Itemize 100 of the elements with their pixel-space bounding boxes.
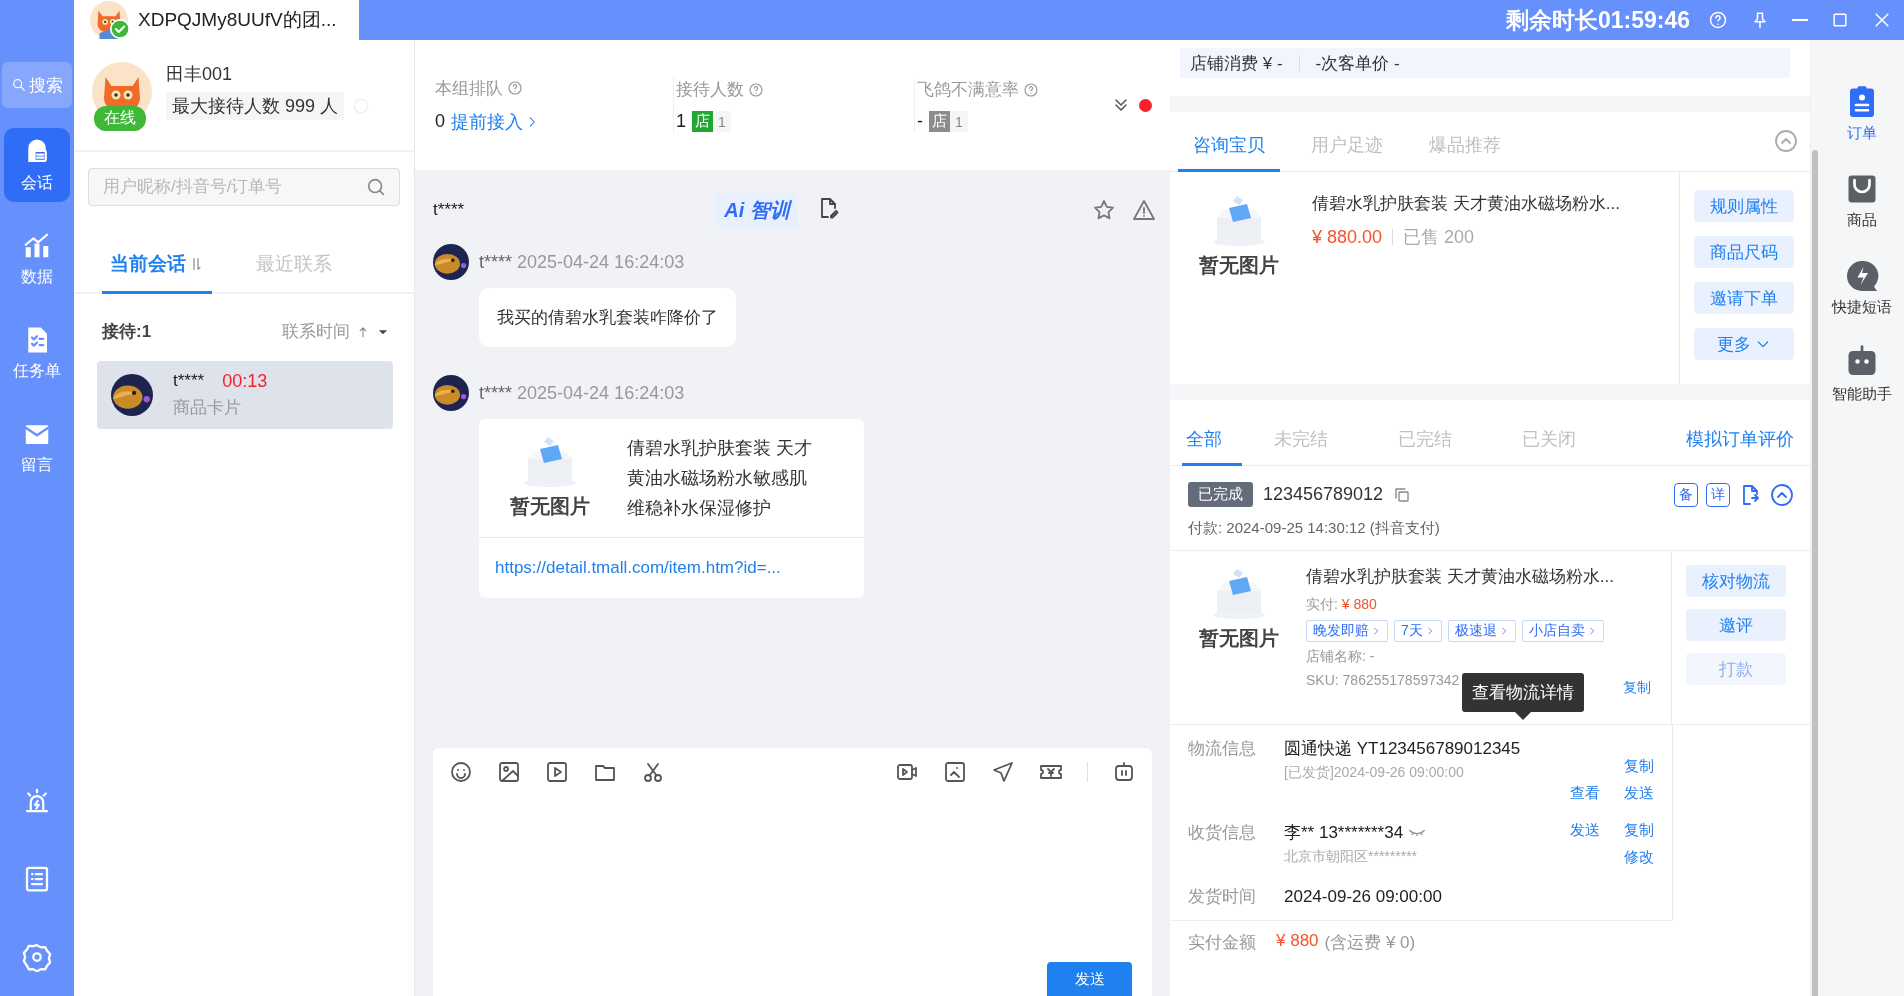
chevron-right-icon bbox=[1371, 626, 1381, 636]
order-number: 123456789012 bbox=[1263, 484, 1384, 505]
field-label: 物流信息 bbox=[1188, 738, 1257, 760]
collapse-icon bbox=[1774, 129, 1798, 153]
product-title: 倩碧水乳护肤套装 天才黄油水磁场粉水敏感肌维稳补水保湿修护 bbox=[627, 437, 813, 520]
nav-item[interactable]: 任务单 bbox=[4, 316, 70, 390]
tracking-number: 圆通快递 YT123456789012345 bbox=[1284, 738, 1522, 760]
message-meta: t**** 2025-04-24 16:24:03 bbox=[479, 251, 685, 273]
nav-item[interactable]: 会话 bbox=[4, 128, 70, 202]
sold-count: 已售 200 bbox=[1403, 226, 1475, 249]
copy-icon bbox=[1393, 485, 1412, 504]
product-card[interactable]: 暂无图片 倩碧水乳护肤套装 天才黄油水磁场粉水敏感肌维稳补水保湿修护 https://detail.tmall.com/item.htm?id=... bbox=[479, 419, 864, 598]
photo-frame-icon bbox=[943, 760, 967, 784]
settings-icon bbox=[22, 942, 52, 972]
ship-time: 2024-09-26 09:00:00 bbox=[1284, 885, 1443, 908]
reception-count: 接待:1 bbox=[102, 321, 152, 343]
conversation-tab[interactable]: 当前会话 bbox=[102, 251, 212, 294]
service-tag[interactable]: 晚发即赔 bbox=[1306, 620, 1388, 642]
wait-timer: 00:13 bbox=[222, 371, 268, 392]
search-icon bbox=[365, 176, 387, 198]
shop-stat: -次客单价 - bbox=[1315, 52, 1400, 75]
eye-closed-icon[interactable] bbox=[1409, 828, 1426, 837]
action-link[interactable]: 查看 bbox=[1570, 784, 1600, 803]
scrollbar[interactable] bbox=[1812, 150, 1818, 996]
message-meta: t**** 2025-04-24 16:24:03 bbox=[479, 382, 685, 404]
stat-label: 本组排队 bbox=[435, 77, 503, 100]
field-label: 实付金额 bbox=[1188, 932, 1256, 954]
store-tag: 店 1 bbox=[692, 111, 731, 132]
account-tab[interactable]: XDPQJMy8UUfV的团... bbox=[74, 0, 359, 40]
order-badge-button[interactable]: 详 bbox=[1706, 482, 1730, 507]
action-link[interactable]: 复制 bbox=[1624, 821, 1654, 840]
paid-amount: 实付: ¥ 880 bbox=[1306, 596, 1378, 614]
order-tab[interactable]: 全部 bbox=[1182, 427, 1242, 466]
minimize-icon[interactable] bbox=[1792, 19, 1808, 21]
agent-name: 田丰001 bbox=[166, 63, 234, 86]
stat-value: 1 bbox=[676, 111, 687, 132]
shipping-fee-note: (含运费 ¥ 0) bbox=[1324, 932, 1416, 954]
image-icon bbox=[497, 760, 521, 784]
sku-number: SKU: 786255178597342 bbox=[1306, 672, 1460, 688]
product-action-button[interactable]: 更多 bbox=[1694, 328, 1794, 360]
search-icon bbox=[11, 77, 27, 93]
search-field[interactable]: 用户昵称/抖音号/订单号 bbox=[101, 176, 365, 198]
no-image-label: 暂无图片 bbox=[510, 494, 590, 519]
total-amount: ¥ 880 bbox=[1276, 931, 1319, 952]
action-link[interactable]: 复制 bbox=[1624, 757, 1654, 776]
side-tool[interactable]: 商品 bbox=[1843, 171, 1880, 230]
search-button[interactable]: 搜索 bbox=[2, 62, 72, 108]
service-tag[interactable]: 极速退 bbox=[1447, 620, 1516, 642]
service-tag[interactable]: 7天 bbox=[1394, 620, 1442, 642]
nav-item[interactable]: 留言 bbox=[4, 410, 70, 484]
send-button[interactable]: 发送 bbox=[1047, 962, 1132, 996]
message-preview: 商品卡片 bbox=[173, 397, 242, 419]
emoji-icon bbox=[449, 760, 473, 784]
product-action-button[interactable]: 规则属性 bbox=[1694, 190, 1794, 222]
store-tag: 店 1 bbox=[929, 111, 968, 132]
order-action-button[interactable]: 核对物流 bbox=[1686, 565, 1786, 597]
remaining-time: 剩余时长01:59:46 bbox=[1505, 5, 1690, 35]
side-tool[interactable]: 智能助手 bbox=[1831, 345, 1892, 404]
send-arrow-icon bbox=[991, 760, 1015, 784]
order-badge-button[interactable]: 备 bbox=[1674, 482, 1698, 507]
shop-name: 店铺名称: - bbox=[1306, 648, 1375, 666]
chat-title: t**** bbox=[433, 200, 465, 220]
search-box[interactable]: 用户昵称/抖音号/订单号 bbox=[88, 168, 400, 206]
nav-item[interactable]: 数据 bbox=[4, 222, 70, 296]
no-image-label: 暂无图片 bbox=[1199, 626, 1279, 651]
capacity-label: 最大接待人数 999 人 bbox=[166, 92, 345, 120]
early-access-link[interactable]: 提前接入 bbox=[451, 109, 539, 134]
maximize-icon bbox=[1830, 10, 1850, 30]
product-link[interactable]: https://detail.tmall.com/item.htm?id=... bbox=[479, 538, 864, 598]
star-icon bbox=[1092, 198, 1116, 222]
tooltip: 查看物流详情 bbox=[1462, 673, 1584, 712]
action-link[interactable]: 发送 bbox=[1570, 821, 1600, 840]
action-link[interactable]: 修改 bbox=[1624, 848, 1654, 867]
conversation-item[interactable]: t**** 00:13 商品卡片 bbox=[97, 361, 393, 429]
order-status: 已完成 bbox=[1188, 482, 1253, 507]
field-label: 发货时间 bbox=[1188, 886, 1257, 908]
robot-icon bbox=[1112, 760, 1136, 784]
service-tag[interactable]: 小店自卖 bbox=[1521, 620, 1604, 642]
alert-dot bbox=[1139, 98, 1152, 112]
sort-dropdown[interactable]: 联系时间 bbox=[282, 320, 390, 343]
receiver-contact: 李** 13*******34 bbox=[1284, 822, 1404, 844]
side-tool[interactable]: 快捷短语 bbox=[1831, 258, 1892, 317]
no-image-label: 暂无图片 bbox=[1199, 253, 1279, 278]
message-bubble: 我买的倩碧水乳套装咋降价了 bbox=[479, 288, 736, 347]
payment-info: 付款: 2024-09-25 14:30:12 (抖音支付) bbox=[1170, 507, 1810, 551]
copy-link[interactable]: 复制 bbox=[1623, 679, 1651, 697]
stat-label: 飞鸽不满意率 bbox=[917, 79, 1020, 101]
stat-value: 0 bbox=[435, 111, 445, 132]
stat-label: 接待人数 bbox=[676, 79, 745, 101]
shipping-status: [已发货]2024-09-26 09:00:00 bbox=[1284, 764, 1465, 782]
ai-training-button[interactable]: Ai 智训 bbox=[716, 192, 798, 228]
simulate-review-link[interactable]: 模拟订单评价 bbox=[1686, 427, 1794, 451]
side-tool[interactable]: 订单 bbox=[1843, 84, 1880, 143]
order-item-title: 倩碧水乳护肤套装 天才黄油水磁场粉水... bbox=[1306, 566, 1614, 588]
product-action-button[interactable]: 商品尺码 bbox=[1694, 236, 1794, 268]
product-action-button[interactable]: 邀请下单 bbox=[1694, 282, 1794, 314]
shop-stat: 店铺消费 ¥ - bbox=[1190, 52, 1283, 75]
product-title: 倩碧水乳护肤套装 天才黄油水磁场粉水... bbox=[1312, 193, 1620, 215]
order-action-button[interactable]: 邀评 bbox=[1686, 609, 1786, 641]
action-link[interactable]: 发送 bbox=[1624, 784, 1654, 803]
